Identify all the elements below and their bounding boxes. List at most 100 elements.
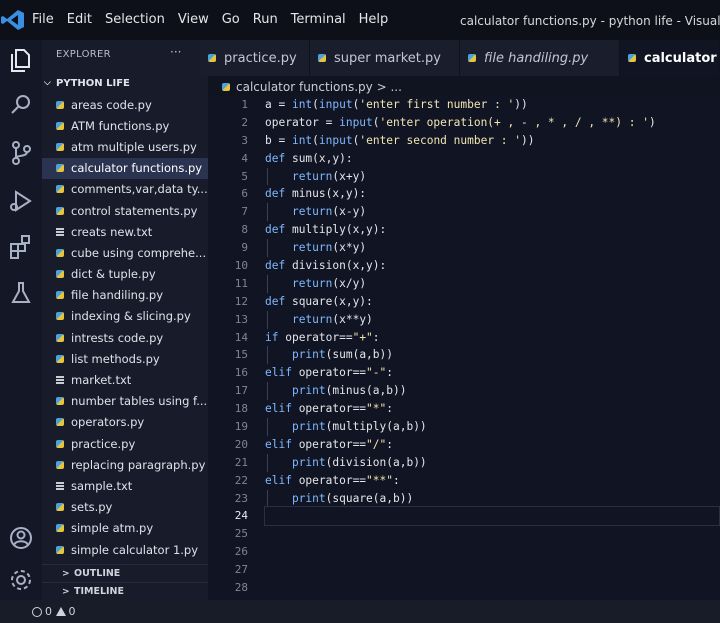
file-label: practice.py (71, 436, 136, 451)
code-line[interactable]: elif operator=="*": (265, 400, 715, 418)
line-number: 8 (241, 223, 248, 237)
code-line[interactable] (265, 579, 715, 597)
code-line[interactable]: def multiply(x,y): (265, 221, 715, 239)
code-line[interactable]: def minus(x,y): (265, 185, 715, 203)
file-item[interactable]: intrests code.py (42, 327, 208, 348)
code-text: return(x*y) (291, 241, 367, 255)
code-line[interactable]: def square(x,y): (265, 293, 715, 311)
menu-go[interactable]: Go (222, 12, 240, 27)
code-line[interactable]: if operator=="+": (265, 329, 715, 347)
file-item[interactable]: areas code.py (42, 94, 208, 115)
code-line[interactable]: elif operator=="**": (265, 472, 715, 490)
file-item[interactable]: operators.py (42, 412, 208, 433)
indent-guide (267, 418, 268, 436)
code-line[interactable]: print(division(a,b)) (265, 453, 715, 472)
menu-view[interactable]: View (178, 12, 209, 27)
file-item[interactable]: dict & tuple.py (42, 264, 208, 285)
code-text: return(x**y) (291, 312, 373, 326)
code-text: return(x-y) (291, 205, 367, 219)
file-item[interactable]: market.txt (42, 369, 208, 390)
file-item[interactable]: file handiling.py (42, 285, 208, 306)
breadcrumb[interactable]: calculator functions.py > ... (222, 80, 402, 94)
menu-help[interactable]: Help (359, 12, 389, 27)
file-item[interactable]: replacing paragraph.py (42, 454, 208, 475)
file-item[interactable]: atm multiple users.py (42, 136, 208, 157)
python-file-icon (56, 291, 64, 300)
menu-edit[interactable]: Edit (67, 12, 92, 27)
code-line[interactable]: def division(x,y): (265, 257, 715, 275)
account-icon[interactable] (6, 523, 36, 553)
file-label: sample.txt (71, 478, 133, 493)
outline-section[interactable]: > OUTLINE (42, 564, 208, 582)
menu-file[interactable]: File (32, 12, 54, 27)
code-line[interactable]: return(x*y) (265, 239, 715, 258)
text-file-icon (56, 481, 64, 490)
code-line[interactable]: return(x/y) (265, 274, 715, 293)
file-item[interactable]: sets.py (42, 497, 208, 518)
code-line[interactable]: print(square(a,b)) (265, 489, 715, 508)
timeline-section[interactable]: > TIMELINE (42, 582, 208, 600)
file-label: simple atm.py (71, 521, 154, 536)
line-number: 6 (241, 187, 248, 201)
extensions-icon[interactable] (6, 232, 36, 262)
code-area[interactable]: a = int(input('enter first number : ')) o… (264, 96, 720, 600)
code-line[interactable] (265, 561, 715, 579)
file-item[interactable]: number tables using f... (42, 391, 208, 412)
tab-label: practice.py (224, 50, 297, 66)
file-item[interactable]: calculator functions.py (42, 157, 208, 179)
code-line[interactable]: elif operator=="-": (265, 364, 715, 382)
menu-selection[interactable]: Selection (105, 12, 165, 27)
file-item[interactable]: comments,var,data ty... (42, 179, 208, 200)
editor-tab[interactable]: super market.py (310, 40, 460, 76)
explorer-icon[interactable] (6, 45, 36, 75)
code-line[interactable]: a = int(input('enter first number : ')) (265, 96, 715, 114)
code-line[interactable] (265, 543, 715, 561)
file-label: creats new.txt (71, 224, 153, 239)
code-line[interactable]: print(minus(a,b)) (265, 382, 715, 401)
testing-flask-icon[interactable] (6, 278, 36, 308)
code-line[interactable]: print(multiply(a,b)) (265, 418, 715, 436)
file-item[interactable]: sample.txt (42, 475, 208, 496)
run-debug-icon[interactable] (6, 186, 36, 216)
problems-indicator[interactable]: 0 0 (32, 605, 76, 618)
gear-icon[interactable] (6, 565, 36, 595)
code-text: b = int(input('enter second number : ')) (265, 133, 535, 147)
editor-tab[interactable]: practice.py (200, 40, 310, 76)
file-item[interactable]: simple atm.py (42, 518, 208, 539)
file-item[interactable]: control statements.py (42, 200, 208, 221)
folder-python-life[interactable]: ⌵ PYTHON LIFE (42, 74, 208, 92)
source-control-icon[interactable] (6, 138, 36, 168)
file-item[interactable]: indexing & slicing.py (42, 306, 208, 327)
file-item[interactable]: creats new.txt (42, 221, 208, 242)
code-line[interactable]: return(x**y) (265, 310, 715, 329)
code-line[interactable]: operator = input('enter operation(+ , - … (265, 114, 715, 132)
code-line[interactable]: print(sum(a,b)) (265, 346, 715, 365)
code-line[interactable]: b = int(input('enter second number : ')) (265, 132, 715, 150)
line-number: 9 (241, 241, 248, 255)
indent-guide (267, 453, 268, 472)
editor-tabs: practice.py super market.py file handiling… (200, 40, 720, 76)
file-item[interactable]: list methods.py (42, 348, 208, 369)
file-item[interactable]: practice.py (42, 433, 208, 454)
line-number: 7 (241, 205, 248, 219)
code-line[interactable]: def sum(x,y): (265, 150, 715, 168)
file-item[interactable]: cube using comprehe... (42, 242, 208, 263)
file-label: cube using comprehe... (71, 245, 207, 260)
code-line[interactable]: elif operator=="/": (265, 436, 715, 454)
editor-tab[interactable]: file handiling.py (460, 40, 620, 76)
python-file-icon (468, 54, 476, 62)
code-text: elif operator=="-": (265, 366, 394, 380)
more-actions-button[interactable]: ··· (170, 45, 181, 59)
code-line[interactable] (264, 506, 720, 527)
editor-tab[interactable]: calculator func (620, 40, 720, 76)
file-item[interactable]: ATM functions.py (42, 115, 208, 136)
menu-run[interactable]: Run (253, 12, 278, 27)
menu-terminal[interactable]: Terminal (291, 12, 346, 27)
search-icon[interactable] (6, 90, 36, 120)
code-line[interactable]: return(x-y) (265, 203, 715, 222)
code-line[interactable] (265, 525, 715, 543)
file-item[interactable]: simple calculator 1.py (42, 539, 208, 560)
code-editor[interactable]: 1 2 3 4 5 6 7 8 9 10 11 12 13 14 15 16 17 18 19 20 21 22 23 24 2… (208, 96, 720, 600)
code-line[interactable]: return(x+y) (265, 167, 715, 186)
chevron-down-icon: ⌵ (44, 78, 51, 88)
